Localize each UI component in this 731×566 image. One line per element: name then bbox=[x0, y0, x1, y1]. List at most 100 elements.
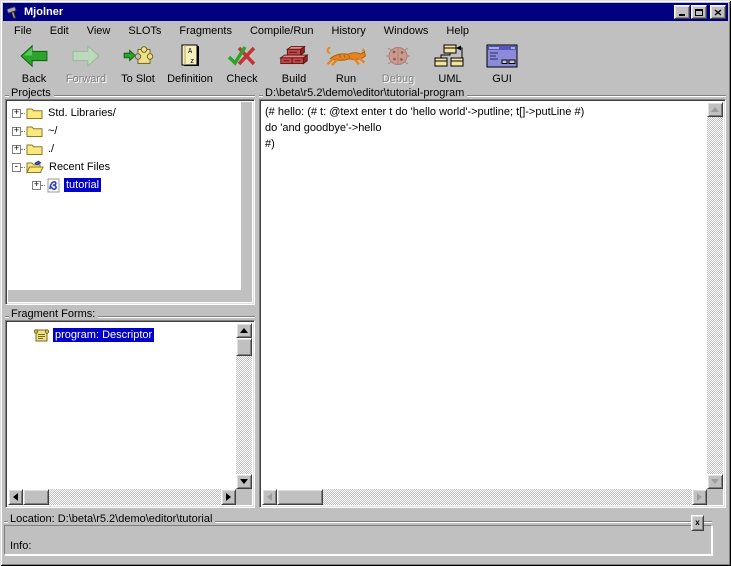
menu-item-view[interactable]: View bbox=[78, 23, 120, 39]
toolbar: BackForward To Slot Az Definition Check Build… bbox=[3, 40, 728, 87]
arrow-left-icon bbox=[267, 493, 272, 501]
menu-item-compile-run[interactable]: Compile/Run bbox=[241, 23, 323, 39]
title-bar[interactable]: Mjolner bbox=[3, 3, 728, 21]
fragment-horizontal-scrollbar[interactable] bbox=[8, 489, 236, 505]
vertical-scroll-thumb[interactable] bbox=[236, 338, 252, 356]
tree-expand-toggle[interactable]: - bbox=[12, 163, 21, 172]
editor-vertical-scrollbar[interactable] bbox=[707, 102, 723, 489]
projects-vertical-scrollbar bbox=[241, 102, 252, 290]
scrollbar-corner bbox=[707, 489, 723, 505]
code-editor[interactable]: (# hello: (# t: @text enter t do 'hello … bbox=[262, 102, 706, 488]
arrow-up-icon bbox=[711, 107, 719, 112]
projects-tree[interactable]: + Std. Libraries/ + ~/ + ./ - Recent Files + tuto… bbox=[5, 99, 255, 305]
tree-item-[interactable]: + ./ bbox=[8, 140, 239, 158]
projects-label: Projects bbox=[9, 88, 54, 99]
fragment-forms-panel: Fragment Forms: program: Descriptor bbox=[5, 309, 255, 508]
horizontal-scroll-thumb[interactable] bbox=[277, 489, 323, 505]
toolbar-button-label: Definition bbox=[167, 73, 213, 85]
tree-expand-toggle[interactable]: + bbox=[12, 145, 21, 154]
projects-tree-list[interactable]: + Std. Libraries/ + ~/ + ./ - Recent Files + tuto… bbox=[8, 102, 239, 288]
menu-item-help[interactable]: Help bbox=[437, 23, 478, 39]
folder-closed-icon bbox=[26, 106, 43, 120]
gui-icon bbox=[486, 42, 518, 69]
tree-item-tutorial[interactable]: + tutorial bbox=[8, 176, 239, 194]
tree-item-label[interactable]: tutorial bbox=[64, 178, 101, 192]
svg-text:z: z bbox=[190, 57, 194, 65]
toolbar-button-debug[interactable]: Debug bbox=[373, 41, 423, 87]
tree-item-recent-files[interactable]: - Recent Files bbox=[8, 158, 239, 176]
scroll-right-button[interactable] bbox=[221, 489, 236, 505]
editor-header: D:\beta\r5.2\demo\editor\tutorial-progra… bbox=[259, 88, 726, 99]
window-title: Mjolner bbox=[24, 6, 673, 18]
arrow-right-icon bbox=[226, 493, 231, 501]
scroll-down-button[interactable] bbox=[236, 474, 252, 489]
fragment-forms-list[interactable]: program: Descriptor bbox=[8, 323, 235, 488]
menu-item-slots[interactable]: SLOTs bbox=[119, 23, 170, 39]
horizontal-scroll-thumb[interactable] bbox=[23, 489, 49, 505]
toolbar-button-label: UML bbox=[438, 73, 461, 85]
status-body: Info: bbox=[4, 525, 712, 555]
definition-icon: Az bbox=[177, 42, 203, 69]
menu-item-windows[interactable]: Windows bbox=[375, 23, 438, 39]
toolbar-button-label: To Slot bbox=[121, 73, 155, 85]
horizontal-scroll-track[interactable] bbox=[49, 489, 221, 505]
tree-item-label[interactable]: Recent Files bbox=[47, 160, 112, 174]
status-close-button[interactable]: x bbox=[691, 515, 704, 531]
toolbar-button-to-slot[interactable]: To Slot bbox=[113, 41, 163, 87]
editor-path-label: D:\beta\r5.2\demo\editor\tutorial-progra… bbox=[263, 88, 467, 99]
scroll-left-button[interactable] bbox=[8, 489, 23, 505]
tree-item-std-libraries[interactable]: + Std. Libraries/ bbox=[8, 104, 239, 122]
tree-item-label[interactable]: ~/ bbox=[46, 124, 59, 138]
info-label: Info: bbox=[10, 540, 31, 552]
projects-horizontal-scrollbar bbox=[8, 290, 252, 302]
toolbar-button-check[interactable]: Check bbox=[217, 41, 267, 87]
tree-item-[interactable]: + ~/ bbox=[8, 122, 239, 140]
scroll-down-button[interactable] bbox=[707, 474, 723, 489]
arrow-down-icon bbox=[711, 479, 719, 484]
maximize-button[interactable] bbox=[691, 5, 707, 19]
build-icon bbox=[277, 42, 311, 69]
toolbar-button-uml[interactable]: UML bbox=[425, 41, 475, 87]
editor-area[interactable]: (# hello: (# t: @text enter t do 'hello … bbox=[259, 99, 726, 508]
status-header: Location: D:\beta\r5.2\demo\editor\tutor… bbox=[4, 514, 712, 525]
fragment-form-label[interactable]: program: Descriptor bbox=[53, 328, 154, 342]
scroll-up-button[interactable] bbox=[707, 102, 723, 117]
fragment-vertical-scrollbar[interactable] bbox=[236, 323, 252, 489]
tree-expand-toggle[interactable]: + bbox=[12, 127, 21, 136]
scroll-left-button[interactable] bbox=[262, 489, 277, 505]
check-icon bbox=[227, 42, 257, 69]
toolbar-button-run[interactable]: Run bbox=[321, 41, 371, 87]
fragment-forms-list-area[interactable]: program: Descriptor bbox=[5, 320, 255, 508]
toolbar-button-definition[interactable]: Az Definition bbox=[165, 41, 215, 87]
fragment-form-item[interactable]: program: Descriptor bbox=[8, 326, 235, 344]
minimize-button[interactable] bbox=[674, 5, 690, 19]
folder-closed-icon bbox=[26, 124, 43, 138]
menu-item-file[interactable]: File bbox=[5, 23, 41, 39]
menu-item-fragments[interactable]: Fragments bbox=[170, 23, 241, 39]
toolbar-button-forward[interactable]: Forward bbox=[61, 41, 111, 87]
editor-horizontal-scrollbar[interactable] bbox=[262, 489, 707, 505]
vertical-scroll-track[interactable] bbox=[236, 356, 252, 474]
toolbar-button-gui[interactable]: GUI bbox=[477, 41, 527, 87]
tree-expand-toggle[interactable]: + bbox=[12, 109, 21, 118]
tree-item-label[interactable]: Std. Libraries/ bbox=[46, 106, 118, 120]
horizontal-scroll-track[interactable] bbox=[323, 489, 692, 505]
menu-item-edit[interactable]: Edit bbox=[41, 23, 78, 39]
tree-expand-toggle[interactable]: + bbox=[32, 181, 41, 190]
arrow-up-icon bbox=[240, 328, 248, 333]
location-label: Location: D:\beta\r5.2\demo\editor\tutor… bbox=[8, 514, 215, 525]
toolbar-button-label: Run bbox=[336, 73, 356, 85]
scroll-up-button[interactable] bbox=[236, 323, 252, 338]
vertical-scroll-track[interactable] bbox=[707, 117, 723, 474]
toolbar-button-label: Build bbox=[282, 73, 306, 85]
forward-icon bbox=[70, 42, 102, 69]
tree-connector bbox=[41, 185, 45, 186]
toolbar-button-build[interactable]: Build bbox=[269, 41, 319, 87]
debug-icon bbox=[385, 42, 411, 69]
close-button[interactable] bbox=[710, 5, 726, 19]
tree-item-label[interactable]: ./ bbox=[46, 142, 56, 156]
menu-item-history[interactable]: History bbox=[323, 23, 375, 39]
arrow-right-icon bbox=[697, 493, 702, 501]
toolbar-button-back[interactable]: Back bbox=[9, 41, 59, 87]
scroll-right-button[interactable] bbox=[692, 489, 707, 505]
